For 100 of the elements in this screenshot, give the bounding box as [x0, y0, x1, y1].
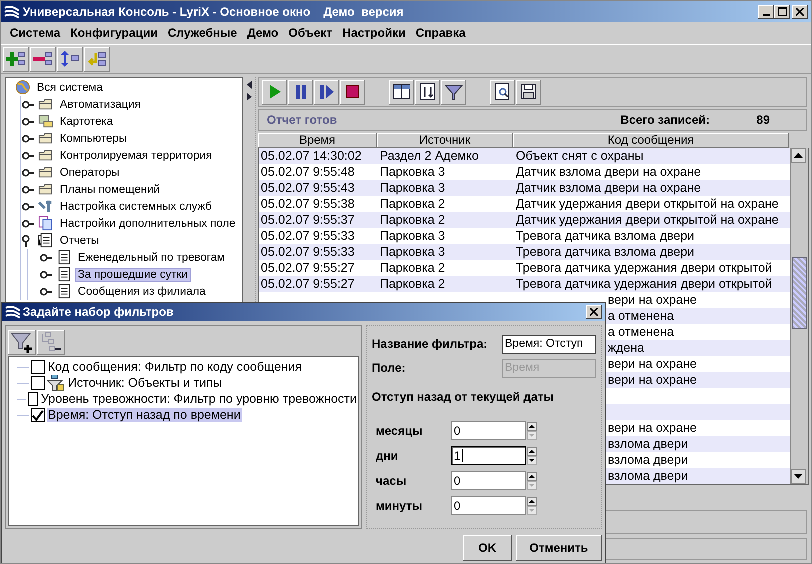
scroll-down-icon[interactable] [791, 469, 806, 484]
spin-up-icon[interactable] [527, 472, 537, 480]
table-row[interactable]: 05.02.07 14:30:02 Раздел 2 Адемко Объект снят с охраны [259, 148, 790, 164]
table-cell-text: 05.02.07 9:55:27 [260, 276, 356, 292]
minimize-button[interactable] [758, 4, 774, 18]
table-row[interactable]: 05.02.07 9:55:43 Парковка 3 Датчик взлома двери на охране [259, 180, 790, 196]
menu-item[interactable]: Служебные [162, 23, 242, 43]
folder-icon [37, 97, 55, 112]
checkbox[interactable] [31, 376, 45, 390]
save-button[interactable] [516, 80, 541, 104]
tree-item[interactable]: Отчеты [57, 234, 102, 248]
table-cell-text: 05.02.07 9:55:33 [260, 244, 356, 260]
filter-item[interactable]: Время: Отступ назад по времени [47, 408, 242, 422]
filter-icon [444, 83, 462, 101]
checkbox[interactable] [28, 392, 38, 406]
play-icon [268, 84, 282, 100]
checkbox[interactable] [31, 360, 45, 374]
edition-label: Демо версия [324, 4, 404, 18]
dialog-button[interactable]: OK [463, 535, 512, 561]
column-header[interactable]: Время [258, 133, 377, 148]
link-node-button[interactable] [84, 46, 110, 72]
table-row[interactable]: 05.02.07 9:55:33 Парковка 3 Тревога датчика взлома двери [259, 228, 790, 244]
spin-down-icon[interactable] [527, 456, 537, 464]
tree-item[interactable]: Сообщения из филиала [75, 284, 209, 298]
dialog-title: Задайте набор фильтров [23, 305, 174, 319]
tree-item[interactable]: Еженедельный по тревогам [75, 250, 228, 264]
folder-icon [37, 165, 55, 180]
scroll-up-icon[interactable] [791, 148, 806, 163]
filter-item[interactable]: Уровень тревожности: Фильтр по уровню тревожности [40, 392, 358, 406]
filter-item[interactable]: Код сообщения: Фильтр по коду сообщения [47, 360, 304, 374]
column-header[interactable]: Код сообщения [513, 133, 789, 148]
minus-icon [33, 50, 53, 68]
tree-item[interactable]: За прошедшие сутки [75, 268, 192, 282]
tree-item[interactable]: Вся система [34, 80, 106, 94]
step-button[interactable] [314, 80, 339, 104]
add-node-button[interactable] [3, 46, 29, 72]
menu-item[interactable]: Настройки [338, 23, 411, 43]
table-row[interactable]: 05.02.07 9:55:48 Парковка 3 Датчик взлома двери на охране [259, 164, 790, 180]
tree-item[interactable]: Настройка системных служб [57, 200, 216, 214]
remove-node-button[interactable] [30, 46, 56, 72]
spinner-field[interactable]: 0 [451, 471, 526, 490]
menu-item[interactable]: Конфигурации [66, 23, 163, 43]
table-cell-text: 05.02.07 9:55:27 [260, 260, 356, 276]
table-cell-text: Объект снят с охраны [515, 148, 645, 164]
add-filter-button[interactable] [8, 330, 36, 354]
spinner-field[interactable]: 1 [451, 446, 526, 465]
stop-button[interactable] [340, 80, 365, 104]
tree-item[interactable]: Автоматизация [57, 98, 144, 112]
spin-up-icon[interactable] [527, 446, 537, 456]
filter-name-field[interactable]: Время: Отступ [502, 334, 596, 354]
close-button[interactable] [586, 305, 602, 319]
preview-button[interactable] [490, 80, 515, 104]
tree-item[interactable]: Контролируемая территория [57, 148, 216, 162]
table-row[interactable]: 05.02.07 9:55:27 Парковка 2 Тревога датчика удержания двери открытой [259, 260, 790, 276]
sort-button[interactable] [415, 80, 440, 104]
play-button[interactable] [262, 80, 287, 104]
close-button[interactable] [792, 4, 808, 18]
table-cell-text: Тревога датчика удержания двери открытой [515, 260, 774, 276]
menu-item[interactable]: Объект [284, 23, 338, 43]
spin-up-icon[interactable] [527, 422, 537, 430]
filter-item[interactable]: Источник: Объекты и типы [67, 376, 224, 390]
table-cell-text: Датчик удержания двери открытой на охране [515, 212, 780, 228]
scroll-thumb[interactable] [792, 257, 807, 329]
table-row[interactable]: 05.02.07 9:55:27 Парковка 2 Тревога датчика удержания двери открытой [259, 276, 790, 292]
total-label: Всего записей: [620, 113, 710, 127]
pause-button[interactable] [288, 80, 313, 104]
vertical-scrollbar[interactable] [790, 148, 808, 484]
table-cell-text: Парковка 3 [379, 228, 446, 244]
checkbox[interactable] [31, 408, 45, 422]
move-node-button[interactable] [57, 46, 83, 72]
columns-button[interactable] [389, 80, 414, 104]
maximize-button[interactable] [774, 4, 790, 18]
tree-item[interactable]: Картотека [57, 114, 116, 128]
section-heading: Отступ назад от текущей даты [372, 390, 556, 404]
spinner-label: дни [376, 448, 400, 462]
table-cell-text: Датчик взлома двери на охране [515, 180, 702, 196]
dialog-button[interactable]: Отменить [516, 535, 602, 561]
table-cell-text: 05.02.07 9:55:33 [260, 228, 356, 244]
spin-up-icon[interactable] [527, 496, 537, 506]
menu-item[interactable]: Справка [410, 23, 471, 43]
spinner-field[interactable]: 0 [451, 421, 526, 440]
table-row[interactable]: 05.02.07 9:55:33 Парковка 3 Тревога датчика взлома двери [259, 244, 790, 260]
table-row[interactable]: 05.02.07 9:55:37 Парковка 2 Датчик удержания двери открытой на охране [259, 212, 790, 228]
menu-item[interactable]: Система [5, 23, 66, 43]
collapse-left-icon [247, 81, 253, 89]
tree-item[interactable]: Операторы [57, 166, 123, 180]
tree-item[interactable]: Планы помещений [57, 182, 164, 196]
menu-item[interactable]: Демо [242, 23, 284, 43]
column-header[interactable]: Источник [377, 133, 513, 148]
funnel-plus-icon [11, 331, 33, 353]
spinner-field[interactable]: 0 [451, 496, 526, 515]
table-cell-text: Парковка 3 [379, 244, 446, 260]
table-cell: ждена [608, 341, 644, 355]
table-cell-text: Парковка 2 [379, 212, 446, 228]
folder-icon [37, 182, 55, 197]
table-row[interactable]: 05.02.07 9:55:38 Парковка 2 Датчик удержания двери открытой на охране [259, 196, 790, 212]
table-cell-text: Парковка 2 [379, 276, 446, 292]
tree-item[interactable]: Настройки дополнительных поле [57, 216, 239, 230]
filter-button[interactable] [441, 80, 466, 104]
tree-item[interactable]: Компьютеры [57, 132, 130, 146]
